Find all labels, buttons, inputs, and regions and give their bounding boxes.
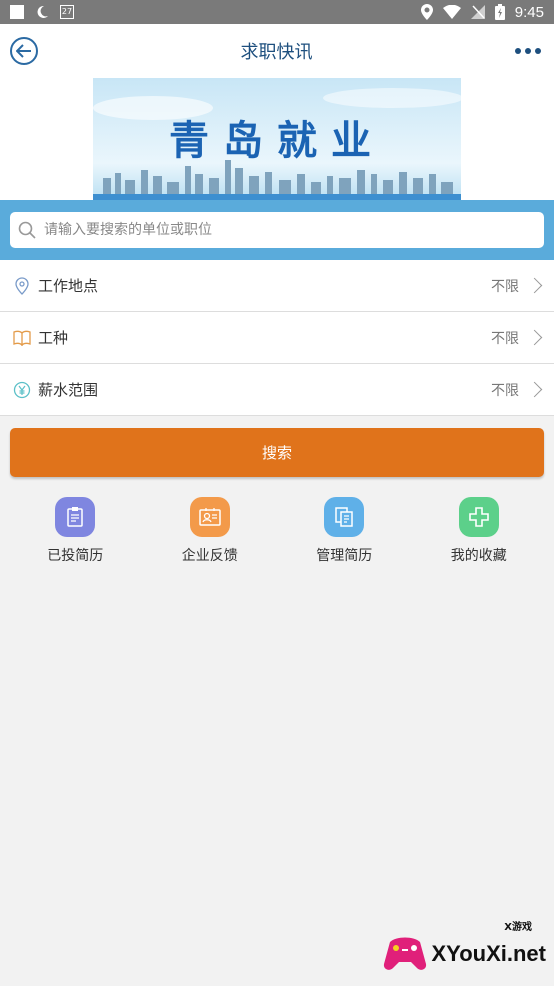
calendar-day: 27: [61, 7, 73, 16]
status-left: 27: [10, 4, 74, 20]
quick-label: 企业反馈: [181, 548, 238, 564]
location-status-icon: [420, 4, 433, 20]
gamepad-logo-icon: [383, 937, 426, 970]
search-input[interactable]: [42, 221, 536, 239]
quick-label: 管理简历: [316, 548, 373, 564]
no-signal-icon: [470, 5, 485, 19]
status-bar: 27 9:45: [0, 0, 554, 24]
banner-title: 青岛就业: [169, 118, 385, 164]
filter-salary-range[interactable]: 薪水范围 不限: [0, 364, 554, 416]
id-card-icon: [189, 497, 230, 537]
banner-image: 青岛就业: [93, 78, 461, 200]
status-right: 9:45: [420, 3, 544, 21]
filter-label: 工种: [38, 329, 69, 347]
chevron-right-icon: [526, 277, 543, 294]
search-button[interactable]: 搜索: [10, 428, 544, 477]
quick-submitted-resumes[interactable]: 已投简历: [20, 497, 130, 565]
quick-label: 我的收藏: [450, 548, 507, 564]
quick-company-feedback[interactable]: 企业反馈: [155, 497, 265, 565]
back-button[interactable]: [10, 37, 38, 65]
notification-square-icon: [10, 5, 24, 19]
more-menu-button[interactable]: [515, 48, 544, 54]
book-icon: [12, 328, 32, 348]
quick-manage-resumes[interactable]: 管理简历: [289, 497, 399, 565]
watermark-text: XYouXi.net: [431, 941, 547, 966]
chevron-right-icon: [526, 329, 543, 346]
filter-value: 不限: [491, 382, 519, 399]
quick-actions: 已投简历 企业反馈 管理简历 我的收藏: [0, 477, 554, 565]
search-bar-container: [0, 200, 554, 260]
documents-icon: [324, 497, 365, 537]
search-box[interactable]: [10, 212, 544, 248]
dot-icon: [535, 48, 541, 54]
banner-container: 青岛就业: [0, 78, 554, 200]
filter-label: 工作地点: [38, 277, 99, 295]
chevron-right-icon: [526, 381, 543, 398]
moon-icon: [37, 5, 48, 18]
wifi-icon: [442, 5, 461, 19]
search-icon: [18, 221, 36, 239]
clock: 9:45: [514, 3, 544, 21]
filter-label: 薪水范围: [38, 381, 99, 399]
filter-value: 不限: [491, 330, 519, 347]
filter-list: 工作地点 不限 工种 不限 薪水范围 不限: [0, 260, 554, 416]
yuan-icon: [12, 380, 32, 400]
quick-label: 已投简历: [47, 548, 104, 564]
battery-icon: [494, 4, 505, 20]
top-nav-bar: 求职快讯: [0, 24, 554, 78]
plus-cross-icon: [458, 497, 499, 537]
watermark-badge: X游戏: [504, 922, 532, 933]
filter-work-location[interactable]: 工作地点 不限: [0, 260, 554, 312]
quick-my-favorites[interactable]: 我的收藏: [424, 497, 534, 565]
watermark: X游戏 XYouXi.net: [382, 922, 547, 974]
dot-icon: [515, 48, 521, 54]
filter-value: 不限: [491, 278, 519, 295]
location-pin-icon: [12, 276, 32, 296]
clipboard-icon: [55, 497, 96, 537]
page-title: 求职快讯: [240, 42, 313, 63]
arrow-left-icon: [16, 44, 31, 58]
dot-icon: [525, 48, 531, 54]
calendar-icon: 27: [60, 5, 74, 19]
filter-job-type[interactable]: 工种 不限: [0, 312, 554, 364]
